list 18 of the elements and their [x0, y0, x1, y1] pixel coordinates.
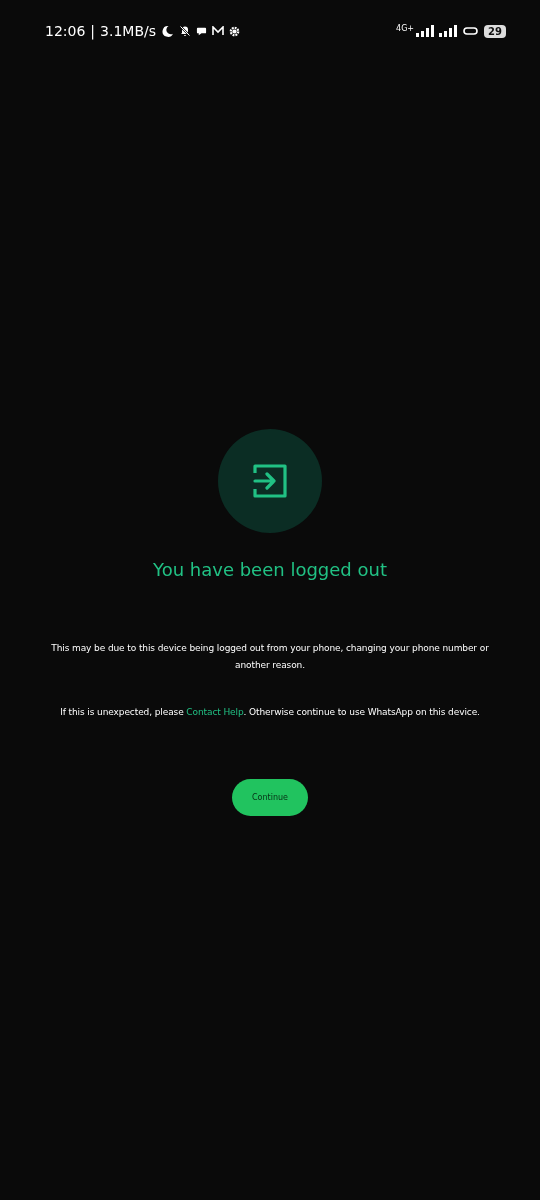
continue-button[interactable]: Continue	[232, 779, 308, 816]
moon-icon	[161, 24, 175, 38]
network-type: 4G+	[396, 24, 415, 33]
message: This may be due to this device being logged out from your phone, changing your phone number or another reason.	[50, 642, 490, 672]
signal-icon	[439, 25, 458, 37]
settings-icon	[229, 25, 241, 37]
separator: |	[90, 23, 96, 39]
title: You have been logged out	[153, 559, 387, 580]
battery: 29	[484, 24, 506, 38]
contact-help-link[interactable]: Contact Help	[186, 707, 244, 717]
logout-icon	[252, 463, 288, 499]
network-speed: 3.1MB/s	[100, 23, 157, 39]
muted-bell-icon	[179, 25, 192, 37]
help-text: If this is unexpected, please Contact Help. Otherwise continue to use WhatsApp on this device.	[60, 706, 480, 719]
chat-icon	[196, 25, 208, 37]
signal-icon	[416, 25, 435, 37]
clock: 12:06	[45, 23, 86, 39]
mail-icon	[212, 26, 225, 36]
